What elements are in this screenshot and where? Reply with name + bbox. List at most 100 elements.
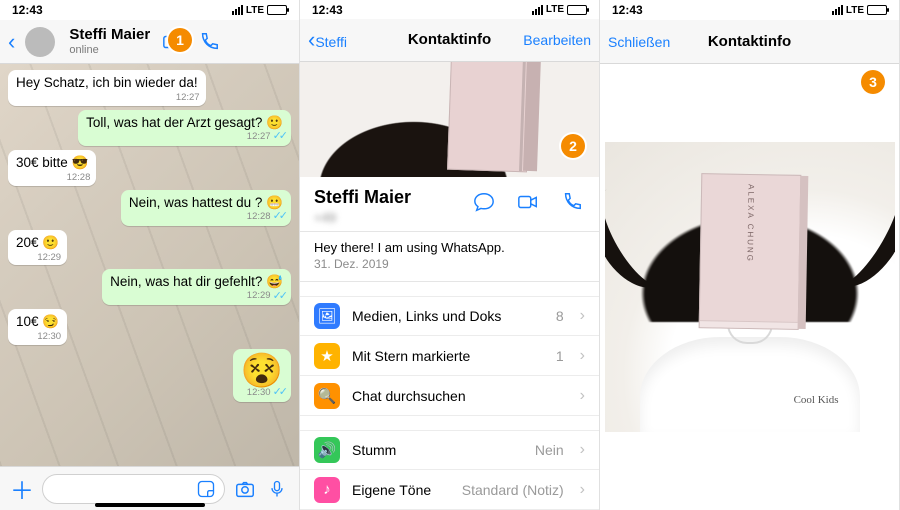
message-meta: 12:27 [176, 92, 200, 104]
chevron-right-icon: › [580, 307, 585, 325]
message-meta: 12:30 [37, 331, 61, 343]
row-tail: Nein [535, 442, 564, 458]
photo-area[interactable]: ALEXA CHUNG Cool Kids [600, 64, 899, 510]
avatar[interactable] [25, 27, 55, 57]
status-time: 12:43 [612, 3, 643, 17]
photo-screen: 12:43 LTE Schließen Kontaktinfo 3 ALEXA … [600, 0, 900, 510]
list-item[interactable]: ♪ Eigene Töne Standard (Notiz) › [300, 470, 599, 510]
chat-body[interactable]: Hey Schatz, ich bin wieder da! 12:27 Toll,… [0, 64, 299, 466]
attach-button[interactable]: ＋ [10, 471, 34, 506]
info-navbar: ‹Steffi Kontaktinfo Bearbeiten [300, 19, 599, 61]
message-text: 20€ 🙂 [16, 235, 59, 250]
signal-icon [832, 5, 843, 15]
message-meta: 12:29 [37, 252, 61, 264]
presence: online [69, 44, 150, 56]
network-type: LTE [846, 5, 864, 16]
read-ticks-icon: ✓✓ [273, 130, 285, 144]
row-tail: 8 [556, 308, 564, 324]
message-out[interactable]: Nein, was hattest du ? 😬12:28✓✓ [121, 190, 291, 226]
chevron-right-icon: › [580, 387, 585, 405]
message-out[interactable]: 😵12:30✓✓ [233, 349, 291, 402]
annotation-badge-2: 2 [561, 134, 585, 158]
contact-info-screen: 12:43 LTE ‹Steffi Kontaktinfo Bearbeiten… [300, 0, 600, 510]
sticker-icon[interactable] [196, 479, 216, 499]
row-icon: ★ [314, 343, 340, 369]
message-meta: 12:27✓✓ [247, 130, 285, 144]
chat-title[interactable]: Steffi Maier online [69, 27, 150, 56]
row-tail: Standard (Notiz) [462, 482, 564, 498]
message-icon[interactable] [471, 189, 497, 215]
message-meta: 12:30✓✓ [247, 386, 285, 400]
status-bar: 12:43 LTE [600, 0, 899, 20]
page-title: Kontaktinfo [680, 33, 819, 50]
back-button[interactable]: ‹ [8, 31, 15, 53]
read-ticks-icon: ✓✓ [273, 210, 285, 224]
list-item[interactable]: 🔊 Stumm Nein › [300, 430, 599, 470]
chat-navbar: ‹ Steffi Maier online [0, 20, 299, 64]
row-label: Stumm [352, 442, 523, 458]
message-meta: 12:28✓✓ [247, 210, 285, 224]
message-input[interactable] [42, 474, 225, 504]
about-date: 31. Dez. 2019 [300, 257, 599, 282]
message-in[interactable]: 30€ bitte 😎12:28 [8, 150, 96, 186]
read-ticks-icon: ✓✓ [273, 290, 285, 304]
message-text: Hey Schatz, ich bin wieder da! [16, 75, 198, 90]
chevron-right-icon: › [580, 441, 585, 459]
nav-left: ‹ Steffi Maier online [8, 27, 150, 57]
message-text: Nein, was hattest du ? 😬 [129, 195, 283, 210]
message-text: Nein, was hat dir gefehlt? 😅 [110, 274, 283, 289]
annotation-badge-3: 3 [861, 70, 885, 94]
status-bar: 12:43 LTE [0, 0, 299, 20]
row-tail: 1 [556, 348, 564, 364]
annotation-badge-1: 1 [168, 28, 192, 52]
signal-icon [532, 5, 543, 15]
about-text: Hey there! I am using WhatsApp. [300, 232, 599, 257]
chat-screen: 12:43 LTE ‹ Steffi Maier online 1 Hey Sc… [0, 0, 300, 510]
message-text: 😵 [241, 352, 283, 390]
voice-call-icon[interactable] [196, 29, 222, 55]
home-indicator[interactable] [95, 503, 205, 507]
status-bar: 12:43 LTE [300, 0, 599, 19]
status-time: 12:43 [12, 3, 43, 17]
message-in[interactable]: 10€ 😏12:30 [8, 309, 67, 345]
battery-icon [567, 5, 587, 15]
status-right: LTE [232, 5, 287, 16]
chevron-right-icon: › [580, 481, 585, 499]
list-item[interactable]: 🔍 Chat durchsuchen › [300, 376, 599, 416]
message-text: 30€ bitte 😎 [16, 155, 88, 170]
list-item[interactable]: ★Mit Stern markierte1› [300, 336, 599, 376]
edit-button[interactable]: Bearbeiten [523, 32, 591, 48]
row-label: Chat durchsuchen [352, 388, 552, 404]
row-icon: 🖼 [314, 303, 340, 329]
contact-name: Steffi Maier [69, 27, 150, 44]
video-call-icon[interactable] [515, 189, 541, 215]
message-in[interactable]: Hey Schatz, ich bin wieder da! 12:27 [8, 70, 206, 106]
message-out[interactable]: Nein, was hat dir gefehlt? 😅12:29✓✓ [102, 269, 291, 305]
message-in[interactable]: 20€ 🙂 12:29 [8, 230, 67, 266]
row-label: Medien, Links und Doks [352, 308, 544, 324]
row-icon: 🔊 [314, 437, 340, 463]
list-item[interactable]: 🖼 Medien, Links und Doks 8 › [300, 296, 599, 336]
status-right: LTE [832, 5, 887, 16]
message-out[interactable]: Toll, was hat der Arzt gesagt? 🙂12:27✓✓ [78, 110, 291, 146]
close-button[interactable]: Schließen [608, 34, 670, 50]
contact-header: Steffi Maier +49 [300, 177, 599, 232]
battery-icon [267, 5, 287, 15]
mic-button[interactable] [265, 479, 289, 499]
info-section-1: 🖼 Medien, Links und Doks 8 › ★ Mit Stern mark… [300, 296, 599, 416]
row-icon: 🔍 [314, 383, 340, 409]
full-photo: ALEXA CHUNG Cool Kids [605, 142, 895, 432]
status-right: LTE [532, 4, 587, 15]
back-button[interactable]: ‹Steffi [308, 29, 347, 51]
action-row [471, 189, 585, 215]
row-label: Eigene Töne [352, 482, 450, 498]
row-icon: ♪ [314, 477, 340, 503]
voice-call-icon[interactable] [559, 189, 585, 215]
network-type: LTE [246, 5, 264, 16]
signal-icon [232, 5, 243, 15]
shirt-text: Cool Kids [794, 394, 839, 406]
page-title: Kontaktinfo [380, 31, 519, 48]
row-label: Mit Stern markierte [352, 348, 544, 364]
camera-button[interactable] [233, 478, 257, 500]
profile-photo[interactable]: 2 [300, 62, 599, 177]
